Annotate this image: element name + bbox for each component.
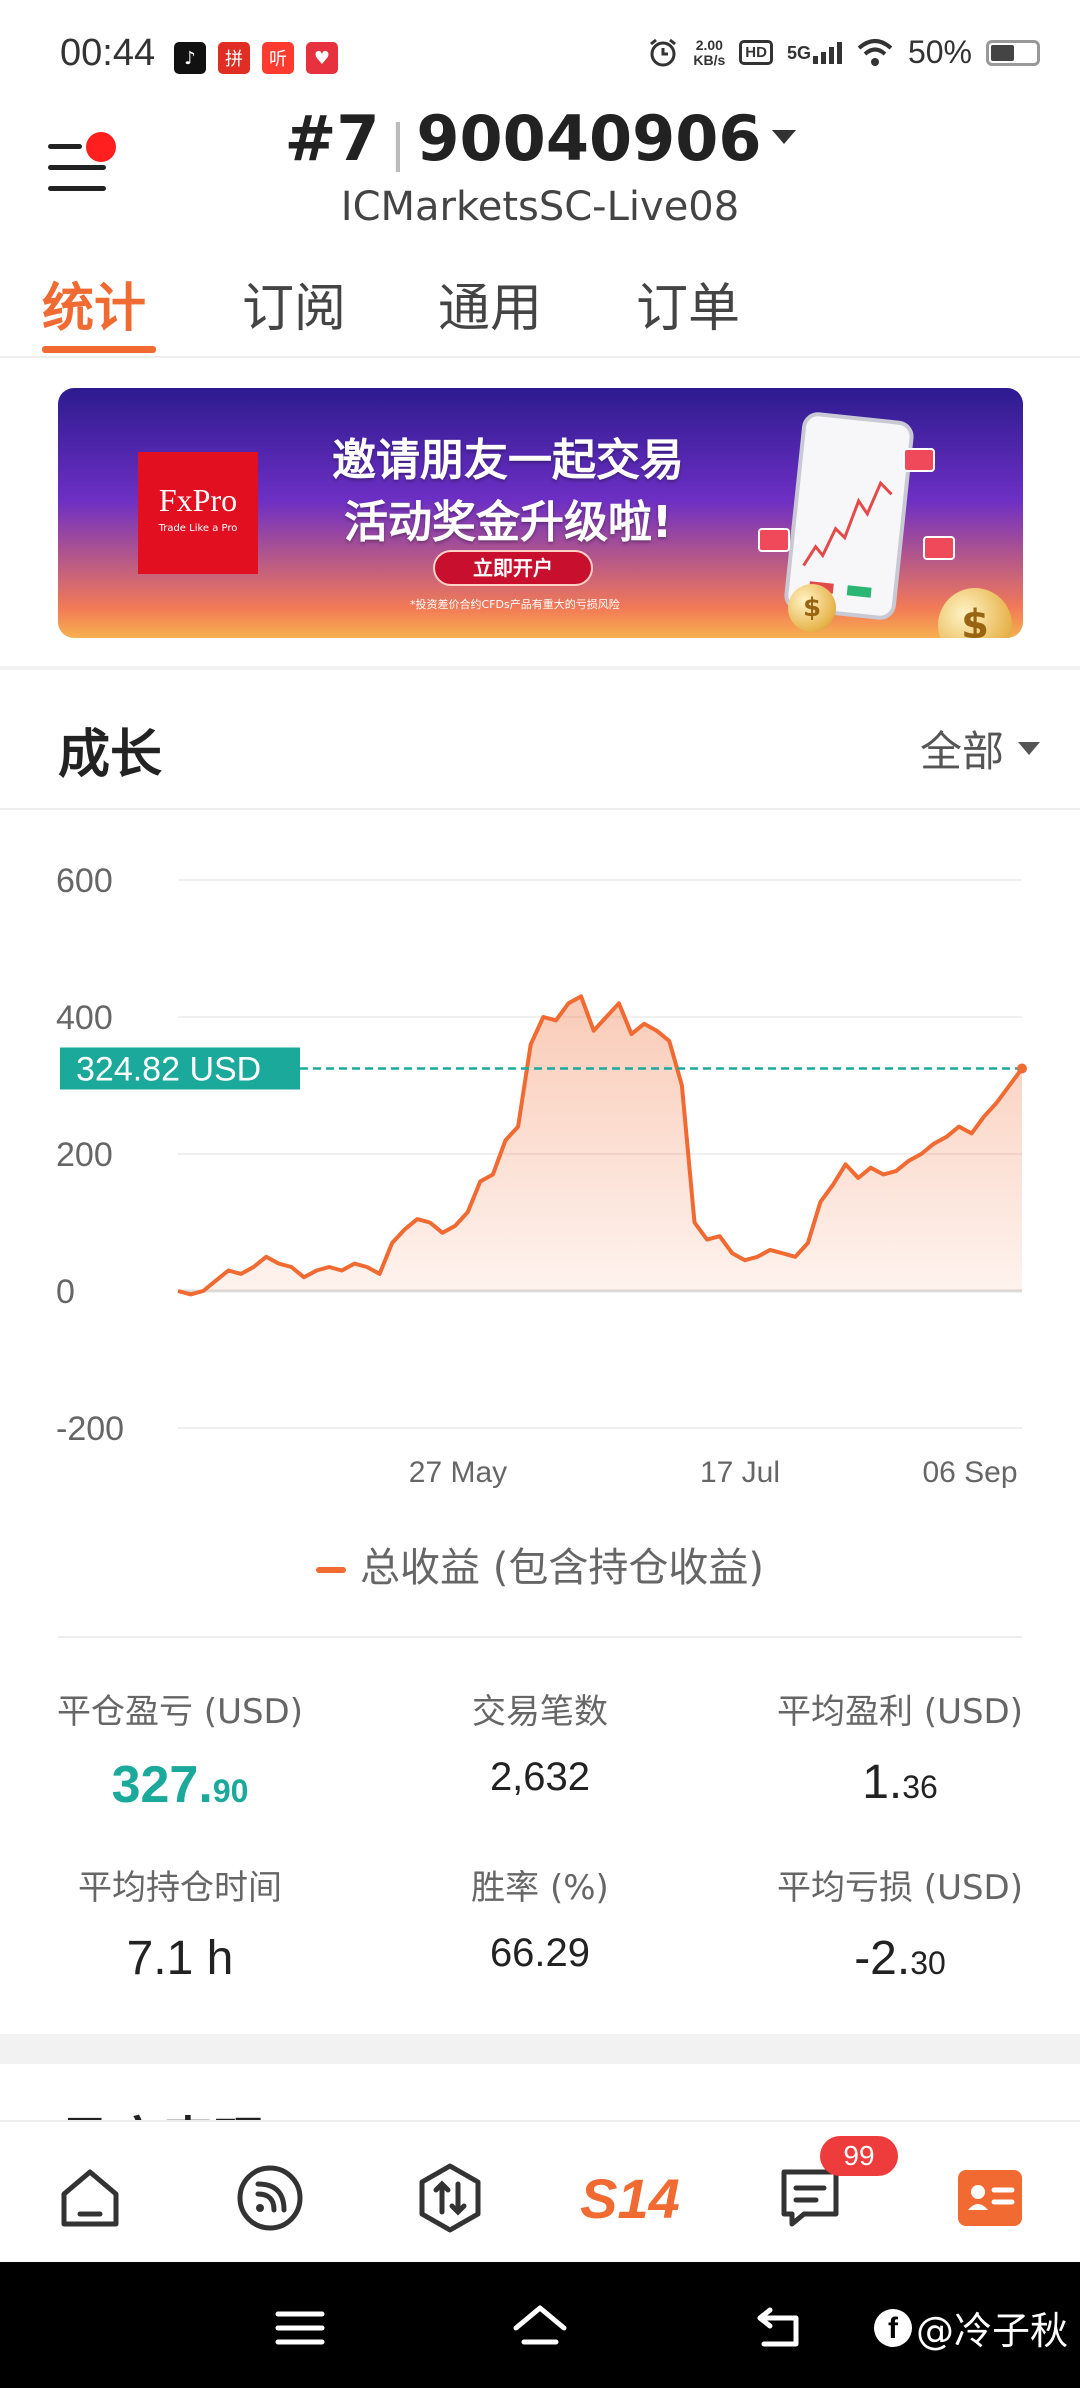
card-icon xyxy=(903,448,935,472)
account-number: 90040906 xyxy=(416,102,762,175)
fxpro-logo: FxPro Trade Like a Pro xyxy=(138,452,258,574)
server-name: ICMarketsSC-Live08 xyxy=(340,184,740,230)
battery-icon xyxy=(986,39,1040,66)
y-tick-label: 0 xyxy=(56,1273,75,1311)
stat-label: 交易笔数 xyxy=(472,1692,608,1732)
stat-value: 327.90 xyxy=(111,1756,249,1814)
legend-swatch xyxy=(316,1567,347,1573)
banner-disclaimer: *投资差价合约CFDs产品有重大的亏损风险 xyxy=(410,598,620,611)
wifi-icon xyxy=(857,38,893,66)
system-home-icon[interactable] xyxy=(510,2298,570,2358)
tab-stats[interactable]: 统计 xyxy=(42,266,146,341)
tab-active-indicator xyxy=(42,346,156,353)
chart-legend: 总收益 (包含持仓收益) xyxy=(0,1535,1080,1593)
system-navigation-bar: f @冷子秋 xyxy=(0,2262,1080,2388)
bottom-navigation: S14 99 xyxy=(0,2120,1080,2262)
growth-title: 成长 xyxy=(58,725,163,785)
open-account-button[interactable]: 立即开户 xyxy=(433,550,593,586)
status-right: 2.00 KB/s HD 5G 50% xyxy=(647,34,1040,71)
tab-orders[interactable]: 订单 xyxy=(636,266,740,341)
ting-icon: 听 xyxy=(262,42,294,74)
x-tick-label: 27 May xyxy=(409,1456,507,1489)
section-divider xyxy=(0,808,1080,810)
stat-trade-count: 交易笔数 2,632 xyxy=(360,1684,720,1800)
watermark-text: @冷子秋 xyxy=(915,2309,1068,2353)
tab-general[interactable]: 通用 xyxy=(438,266,542,341)
cellular-signal-icon: 5G xyxy=(786,41,842,64)
message-count-badge: 99 xyxy=(820,2136,898,2176)
growth-chart[interactable]: 600 400 200 0 -200 324.82 USD 27 May 17 Jul 06 S… xyxy=(0,820,1080,1520)
caret-down-icon xyxy=(1018,742,1040,755)
facebook-icon: f xyxy=(873,2308,912,2347)
brand-name: FxPro xyxy=(158,482,238,518)
growth-filter-label: 全部 xyxy=(919,727,1004,776)
coin-icon: $ xyxy=(788,584,836,632)
stat-value: 66.29 xyxy=(489,1931,591,1975)
watermark: f @冷子秋 xyxy=(873,2300,1068,2355)
s14-logo[interactable]: S14 xyxy=(575,2158,685,2238)
stat-avg-loss: 平均亏损 (USD) -2.30 xyxy=(720,1860,1080,1986)
x-tick-label: 06 Sep xyxy=(922,1456,1017,1489)
back-icon[interactable] xyxy=(750,2298,810,2358)
growth-range-filter[interactable]: 全部 xyxy=(920,718,1040,779)
pinduoduo-icon: 拼 xyxy=(218,42,250,74)
growth-chart-svg: 600 400 200 0 -200 324.82 USD 27 May 17 Jul 06 S… xyxy=(56,862,1027,1489)
stat-label: 平均持仓时间 xyxy=(78,1868,282,1908)
banner-subheadline: 活动奖金升级啦! xyxy=(344,497,673,548)
alarm-icon xyxy=(650,38,677,66)
trade-icon[interactable] xyxy=(410,2158,490,2238)
hd-badge: HD xyxy=(739,40,773,65)
stat-value: 2,632 xyxy=(489,1755,591,1799)
tab-bar: 统计 订阅 通用 订单 xyxy=(0,258,1080,358)
stat-win-rate: 胜率 (%) 66.29 xyxy=(360,1860,720,1976)
section-divider xyxy=(0,666,1080,670)
y-tick-label: -200 xyxy=(56,1410,124,1448)
battery-percent: 50% xyxy=(907,34,972,70)
account-prefix: #7 xyxy=(284,102,380,175)
stat-label: 平仓盈亏 (USD) xyxy=(57,1692,303,1732)
divider xyxy=(58,1636,1022,1638)
stat-closed-pnl: 平仓盈亏 (USD) 327.90 xyxy=(0,1684,360,1815)
heart-app-icon: ♥ xyxy=(306,42,338,74)
net-speed: 2.00 KB/s xyxy=(693,36,726,68)
legend-label: 总收益 (包含持仓收益) xyxy=(360,1545,764,1591)
x-tick-label: 17 Jul xyxy=(700,1456,780,1489)
section-divider xyxy=(0,2034,1080,2064)
network-type: 5G xyxy=(786,42,811,63)
stat-label: 平均亏损 (USD) xyxy=(777,1868,1023,1908)
net-speed-unit: KB/s xyxy=(693,51,726,68)
card-icon xyxy=(923,536,955,560)
series-area xyxy=(178,996,1022,1295)
status-time: 00:44 xyxy=(60,32,156,74)
notification-icons: ♪ 拼 听 ♥ xyxy=(174,42,338,74)
y-tick-label: 200 xyxy=(56,1136,113,1174)
stat-value: 1.36 xyxy=(862,1756,938,1809)
account-selector[interactable]: #7 | 90040906 xyxy=(0,102,1080,175)
stat-label: 胜率 (%) xyxy=(471,1868,609,1908)
card-icon xyxy=(758,528,790,552)
recent-apps-icon[interactable] xyxy=(270,2298,330,2358)
coin-icon: $ xyxy=(938,588,1012,638)
net-speed-value: 2.00 xyxy=(695,36,723,53)
stat-avg-profit: 平均盈利 (USD) 1.36 xyxy=(720,1684,1080,1810)
stat-value: 7.1 h xyxy=(126,1932,234,1985)
signal-feed-icon[interactable] xyxy=(230,2158,310,2238)
promo-banner[interactable]: FxPro Trade Like a Pro 邀请朋友一起交易 活动奖金升级啦!… xyxy=(58,388,1023,638)
s14-label: S14 xyxy=(580,2166,680,2230)
profile-card-icon[interactable] xyxy=(950,2158,1030,2238)
stat-value: -2.30 xyxy=(854,1932,946,1985)
tab-subscribe[interactable]: 订阅 xyxy=(242,266,346,341)
stat-label: 平均盈利 (USD) xyxy=(777,1692,1023,1732)
home-icon[interactable] xyxy=(50,2158,130,2238)
brand-tagline: Trade Like a Pro xyxy=(158,523,238,534)
status-bar: 00:44 ♪ 拼 听 ♥ 2.00 KB/s HD 5G 50% xyxy=(0,0,1080,110)
banner-headline: 邀请朋友一起交易 xyxy=(332,435,684,486)
y-tick-label: 600 xyxy=(56,862,113,900)
stat-avg-hold-time: 平均持仓时间 7.1 h xyxy=(0,1860,360,1986)
last-point xyxy=(1017,1063,1027,1074)
douyin-icon: ♪ xyxy=(174,42,206,74)
current-value-label: 324.82 USD xyxy=(76,1050,261,1088)
y-tick-label: 400 xyxy=(56,999,113,1037)
caret-down-icon xyxy=(771,129,796,144)
